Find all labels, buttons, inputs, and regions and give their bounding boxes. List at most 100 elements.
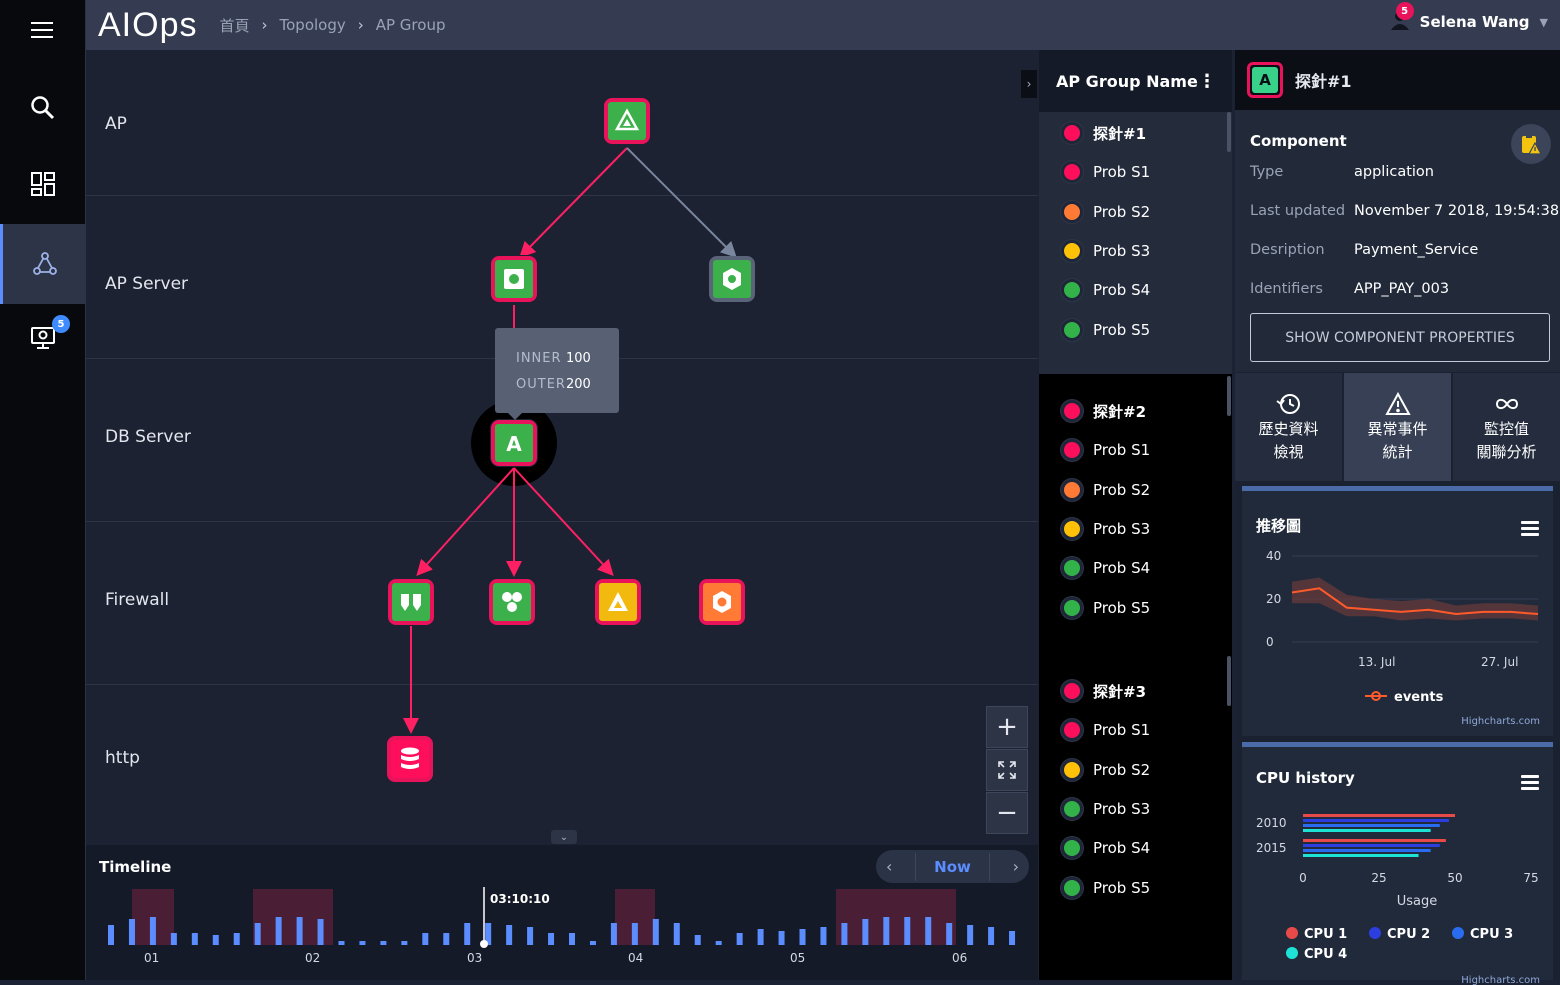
probe-item[interactable]: Prob S1 — [1061, 439, 1150, 462]
ap-node[interactable] — [604, 98, 650, 144]
clipboard-warning-icon[interactable] — [1511, 124, 1551, 164]
timeline-bars[interactable] — [86, 885, 1038, 950]
tooltip-arrow — [507, 412, 523, 420]
zoom-out-button[interactable]: − — [986, 792, 1028, 834]
timeline-bar — [757, 929, 764, 945]
tab-correlation[interactable]: 監控值 關聯分析 — [1453, 373, 1560, 481]
user-icon[interactable]: 5 — [1390, 2, 1414, 34]
probe-item[interactable]: Prob S2 — [1061, 478, 1151, 501]
tab-events[interactable]: 異常事件 統計 — [1344, 373, 1451, 481]
firewall-node-2[interactable] — [489, 579, 535, 625]
chart-menu-icon[interactable] — [1521, 775, 1539, 793]
timeline-bar — [799, 929, 806, 945]
topology-edges — [403, 147, 737, 734]
probe-item[interactable]: Prob S5 — [1061, 596, 1151, 619]
scrollbar-thumb[interactable] — [1227, 112, 1231, 152]
topology-icon[interactable] — [0, 224, 86, 304]
timeline-bar — [401, 941, 408, 945]
probe-label: Prob S2 — [1093, 202, 1151, 221]
breadcrumb-topology[interactable]: Topology — [280, 16, 346, 34]
probe-item[interactable]: Prob S1 — [1061, 719, 1150, 742]
ap-server-node-1[interactable] — [491, 256, 537, 302]
timeline-next-button[interactable]: › — [1013, 857, 1019, 876]
timeline-bar — [841, 923, 848, 945]
firewall-node-3[interactable] — [595, 579, 641, 625]
probe-item[interactable]: Prob S2 — [1061, 758, 1151, 781]
timeline-nav: ‹ Now › — [876, 850, 1029, 883]
edge-ap-to-apserver1 — [519, 147, 628, 258]
timeline-prev-button[interactable]: ‹ — [886, 857, 892, 876]
timeline-bar — [212, 935, 219, 945]
probe-item[interactable]: Prob S3 — [1061, 239, 1151, 262]
probe-group-title[interactable]: 探針#1 — [1061, 122, 1146, 144]
probe-label: Prob S5 — [1093, 878, 1151, 897]
timeline-bar — [254, 923, 261, 945]
probe-item[interactable]: Prob S5 — [1061, 876, 1151, 899]
edge-tooltip: INNER 100 OUTER200 — [495, 328, 619, 413]
status-dot — [1061, 279, 1083, 302]
legend-dot — [1369, 927, 1381, 939]
zoom-in-button[interactable]: + — [986, 706, 1028, 748]
http-node[interactable] — [387, 736, 433, 782]
cpu-bar — [1303, 839, 1446, 842]
cpu-bar — [1303, 814, 1455, 817]
monitor-icon[interactable]: 5 — [0, 298, 86, 378]
chevron-down-icon[interactable]: ⌄ — [551, 830, 577, 844]
dashboard-icon[interactable] — [0, 144, 86, 224]
probe-group-title[interactable]: 探針#2 — [1061, 400, 1146, 422]
legend-label: events — [1394, 690, 1444, 705]
tab-history[interactable]: 歷史資料 檢視 — [1235, 373, 1342, 481]
scrollbar-thumb[interactable] — [1227, 376, 1231, 416]
fit-screen-button[interactable] — [986, 749, 1028, 791]
timeline-bar — [715, 941, 722, 945]
db-server-node[interactable]: A — [491, 420, 537, 466]
probe-item[interactable]: Prob S4 — [1061, 837, 1150, 860]
firewall-node-1[interactable] — [388, 579, 434, 625]
detail-panel: A 探針#1 Component Type application Last up… — [1235, 50, 1560, 985]
probe-group-title[interactable]: 探針#3 — [1061, 680, 1146, 702]
scrollbar-thumb[interactable] — [1227, 656, 1231, 706]
topology-canvas[interactable]: AP AP Server DB Server Firewall http A I… — [86, 50, 1038, 845]
probe-label: Prob S5 — [1093, 598, 1151, 617]
probe-item[interactable]: Prob S2 — [1061, 200, 1151, 223]
user-name: Selena Wang — [1419, 13, 1530, 31]
probe-item[interactable]: Prob S3 — [1061, 517, 1150, 540]
probe-label: 探針#3 — [1093, 682, 1147, 701]
trend-chart-title: 推移圖 — [1256, 517, 1302, 535]
component-badge-letter: A — [1252, 67, 1278, 93]
chart-menu-icon[interactable] — [1521, 521, 1539, 539]
probe-label: Prob S2 — [1093, 760, 1151, 779]
show-component-properties-button[interactable]: SHOW COMPONENT PROPERTIES — [1250, 313, 1550, 362]
x-tick-label: 50 — [1447, 871, 1462, 885]
timeline-bar — [296, 917, 303, 945]
breadcrumb-ap-group[interactable]: AP Group — [376, 16, 446, 34]
probe-label: Prob S3 — [1093, 799, 1151, 818]
collapse-panel-button[interactable]: › — [1021, 70, 1037, 98]
probe-item[interactable]: Prob S5 — [1061, 318, 1150, 341]
menu-icon[interactable] — [0, 0, 86, 60]
probe-item[interactable]: Prob S4 — [1061, 279, 1151, 302]
tab-correlation-line1: 監控值 — [1483, 420, 1529, 438]
probe-group-2: 探針#2 Prob S1 Prob S2 Prob S3 Prob S4 Prob S5 — [1039, 376, 1232, 654]
timeline-bar — [631, 923, 638, 945]
y-tick-label: 2010 — [1256, 816, 1287, 830]
timeline-bar — [883, 917, 890, 945]
probe-label: Prob S4 — [1093, 281, 1151, 300]
timeline-bar — [694, 935, 701, 945]
probe-item[interactable]: Prob S4 — [1061, 557, 1150, 580]
more-vertical-icon[interactable]: ⋮ — [1198, 71, 1216, 92]
ap-server-node-2[interactable] — [709, 256, 755, 302]
user-menu[interactable]: 5 Selena Wang ▼ — [1390, 2, 1548, 34]
firewall-node-4[interactable] — [699, 579, 745, 625]
probe-item[interactable]: Prob S3 — [1061, 797, 1151, 820]
timeline-tick: 05 — [790, 951, 806, 965]
search-icon[interactable] — [0, 68, 86, 148]
probe-label: Prob S3 — [1093, 241, 1151, 260]
timeline-now-button[interactable]: Now — [915, 852, 990, 881]
probe-item[interactable]: Prob S1 — [1061, 161, 1150, 184]
tab-correlation-line2: 關聯分析 — [1476, 443, 1537, 461]
legend-dot — [1286, 947, 1298, 959]
breadcrumb-home[interactable]: 首頁 — [219, 15, 249, 36]
chevron-down-icon: ▼ — [1539, 15, 1548, 29]
probe-label: Prob S2 — [1093, 480, 1151, 499]
